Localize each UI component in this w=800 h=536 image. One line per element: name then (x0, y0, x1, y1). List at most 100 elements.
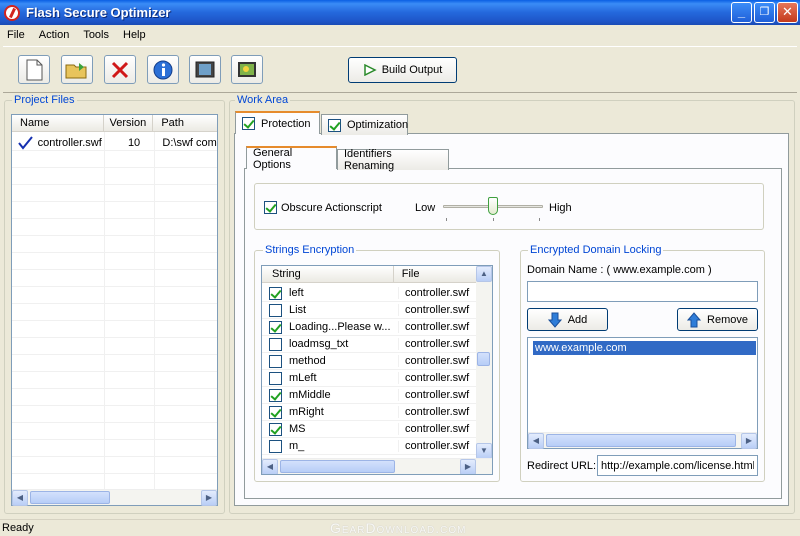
scroll-thumb[interactable] (546, 434, 736, 447)
info-button[interactable] (147, 55, 179, 84)
string-encrypt-checkbox[interactable] (269, 320, 282, 334)
strings-hscrollbar[interactable]: ◀ ▶ (262, 458, 492, 474)
project-files-hscrollbar[interactable]: ◀ ▶ (12, 489, 217, 506)
optimization-checkbox[interactable] (328, 118, 341, 132)
table-row[interactable]: List controller.swf (262, 302, 476, 319)
grid-line (12, 456, 217, 457)
list-item[interactable]: www.example.com (533, 341, 756, 355)
domain-name-input[interactable] (527, 281, 758, 302)
play-icon (363, 64, 377, 76)
scroll-left-arrow-icon[interactable]: ◀ (262, 459, 278, 474)
string-file: controller.swf (397, 287, 476, 299)
slider-low-label: Low (415, 202, 436, 214)
obscure-level-slider[interactable] (443, 196, 543, 222)
maximize-button[interactable]: ❐ (754, 2, 775, 23)
column-path[interactable]: Path (153, 115, 217, 131)
tab-optimization[interactable]: Optimization (321, 114, 408, 135)
scroll-right-arrow-icon[interactable]: ▶ (741, 433, 757, 449)
remove-domain-button[interactable]: Remove (677, 308, 758, 331)
domain-name-label: Domain Name : ( www.example.com ) (527, 264, 712, 276)
open-button[interactable] (61, 55, 93, 84)
minimize-button[interactable]: _ (731, 2, 752, 23)
arrow-up-icon (687, 311, 702, 327)
grid-line (12, 371, 217, 372)
grid-line (12, 388, 217, 389)
build-output-label: Build Output (381, 64, 443, 76)
domain-list[interactable]: www.example.com ◀ ▶ (527, 337, 758, 449)
string-encrypt-checkbox[interactable] (269, 371, 282, 385)
grid-line (12, 218, 217, 219)
string-file: controller.swf (397, 372, 476, 384)
column-string[interactable]: String (262, 266, 394, 282)
scroll-thumb[interactable] (280, 460, 395, 473)
file-path: D:\swf comp (162, 136, 217, 149)
obscure-actionscript-option[interactable]: Obscure Actionscript (264, 201, 382, 214)
scroll-thumb[interactable] (30, 491, 110, 504)
build-output-button[interactable]: Build Output (348, 57, 457, 83)
table-row[interactable]: mRight controller.swf (262, 404, 476, 421)
string-file: controller.swf (397, 304, 476, 316)
scroll-left-arrow-icon[interactable]: ◀ (12, 490, 28, 506)
slider-thumb[interactable] (488, 197, 498, 215)
scroll-right-arrow-icon[interactable]: ▶ (201, 490, 217, 506)
table-row[interactable]: mMiddle controller.swf (262, 387, 476, 404)
domain-list-hscrollbar[interactable]: ◀ ▶ (528, 432, 757, 449)
scroll-left-arrow-icon[interactable]: ◀ (528, 433, 544, 449)
grid-line (12, 473, 217, 474)
column-name[interactable]: Name (12, 115, 104, 131)
table-row[interactable]: m_ controller.swf (262, 438, 476, 455)
protection-checkbox[interactable] (242, 117, 255, 130)
remove-domain-label: Remove (707, 313, 748, 326)
scroll-down-arrow-icon[interactable]: ▼ (476, 443, 492, 459)
tab-protection[interactable]: Protection (235, 111, 320, 134)
string-value: left (289, 287, 304, 299)
string-encrypt-checkbox[interactable] (269, 422, 282, 436)
string-encrypt-checkbox[interactable] (269, 354, 282, 368)
table-row[interactable]: loadmsg_txt controller.swf (262, 336, 476, 353)
string-value: MS (289, 423, 306, 435)
table-row[interactable]: mLeft controller.swf (262, 370, 476, 387)
scroll-right-arrow-icon[interactable]: ▶ (460, 459, 476, 474)
string-encrypt-checkbox[interactable] (269, 405, 282, 419)
string-encrypt-checkbox[interactable] (269, 388, 282, 402)
string-value: mLeft (289, 372, 317, 384)
project-files-list[interactable]: Name Version Path controller.swf 10 D:\s… (11, 114, 218, 506)
string-value: mRight (289, 406, 324, 418)
table-row[interactable]: MS controller.swf (262, 421, 476, 438)
add-domain-button[interactable]: Add (527, 308, 608, 331)
column-file[interactable]: File (394, 266, 476, 282)
string-encrypt-checkbox[interactable] (269, 337, 282, 351)
table-row[interactable]: left controller.swf (262, 285, 476, 302)
grid-line (12, 354, 217, 355)
string-value: loadmsg_txt (289, 338, 349, 350)
open-folder-icon (65, 62, 87, 78)
new-button[interactable] (18, 55, 50, 84)
slider-tick (493, 218, 494, 221)
strings-list[interactable]: String File left controller.swf List contro… (261, 265, 493, 475)
grid-line (12, 269, 217, 270)
redirect-url-input[interactable] (597, 455, 758, 476)
preview-button[interactable] (189, 55, 221, 84)
close-button[interactable]: ✕ (777, 2, 798, 23)
menu-action[interactable]: Action (32, 29, 77, 41)
settings-button[interactable] (231, 55, 263, 84)
remove-file-button[interactable] (104, 55, 136, 84)
title-bar: Flash Secure Optimizer _ ❐ ✕ (0, 0, 800, 25)
table-row[interactable]: method controller.swf (262, 353, 476, 370)
table-row[interactable]: controller.swf 10 D:\swf comp (12, 134, 217, 151)
menu-tools[interactable]: Tools (76, 29, 116, 41)
tab-general-options[interactable]: General Options (246, 146, 337, 171)
tab-identifiers-renaming[interactable]: Identifiers Renaming (337, 148, 449, 172)
string-encrypt-checkbox[interactable] (269, 439, 282, 453)
string-file: controller.swf (397, 338, 476, 350)
scroll-up-arrow-icon[interactable]: ▲ (476, 266, 492, 282)
scroll-thumb[interactable] (477, 352, 490, 366)
column-version[interactable]: Version (104, 115, 154, 131)
table-row[interactable]: Loading...Please w... controller.swf (262, 319, 476, 336)
string-encrypt-checkbox[interactable] (269, 303, 282, 317)
menu-help[interactable]: Help (116, 29, 153, 41)
string-encrypt-checkbox[interactable] (269, 286, 282, 300)
menu-file[interactable]: File (0, 29, 32, 41)
strings-vscrollbar[interactable]: ▲ ▼ (476, 266, 492, 459)
obscure-actionscript-checkbox[interactable] (264, 201, 277, 214)
